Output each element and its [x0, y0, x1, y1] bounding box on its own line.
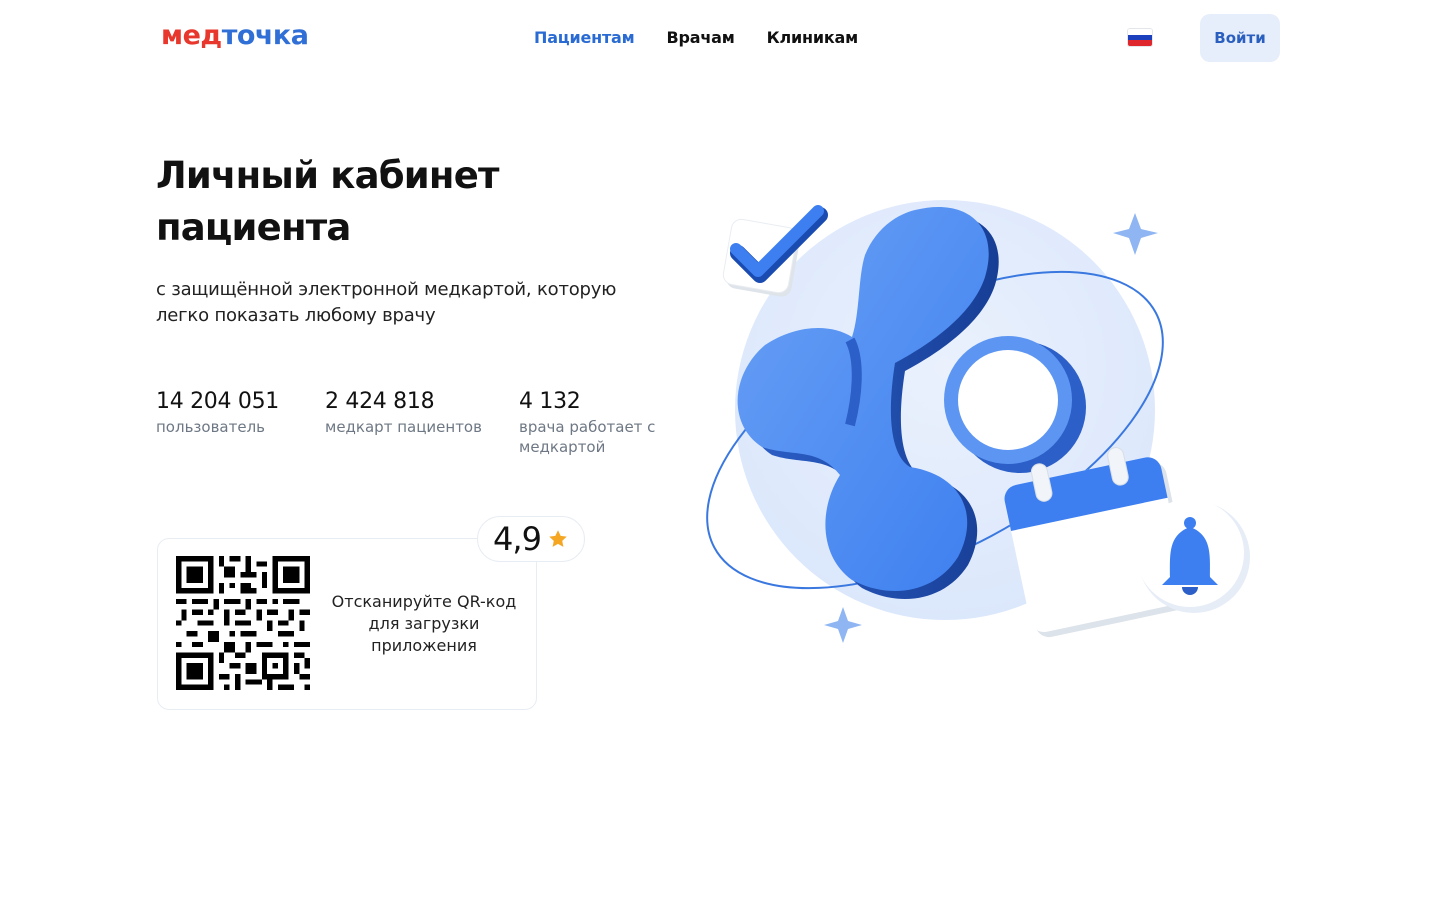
qr-code[interactable]: [176, 556, 310, 690]
stat-medcards: 2 424 818 медкарт пациентов: [325, 388, 505, 437]
stat-doctors: 4 132 врача работает с медкартой: [519, 388, 659, 457]
nav-item-patients[interactable]: Пациентам: [534, 28, 635, 48]
logo[interactable]: медточка: [161, 20, 309, 52]
page-title: Личный кабинет пациента: [156, 154, 499, 249]
sparkle-icon: [1113, 213, 1158, 255]
nav-item-clinics[interactable]: Клиникам: [767, 28, 859, 48]
star-icon: [549, 530, 567, 547]
login-button[interactable]: Войти: [1200, 14, 1280, 62]
stat-users: 14 204 051 пользователь: [156, 388, 316, 437]
stat-value: 4 132: [519, 389, 581, 414]
stat-value: 2 424 818: [325, 389, 435, 414]
stat-label: пользователь: [156, 418, 265, 436]
hero-illustration: [706, 200, 1250, 643]
sparkle-icon: [824, 607, 862, 643]
site-header: медточка Пациентам Врачам Клиникам Войти: [0, 0, 1440, 76]
page-subtitle: с защищённой электронной медкартой, кото…: [156, 279, 617, 326]
app-rating-badge: 4,9: [477, 516, 585, 562]
stat-value: 14 204 051: [156, 389, 279, 414]
stat-label: медкарт пациентов: [325, 418, 482, 436]
russian-flag-icon[interactable]: [1128, 29, 1152, 46]
stat-label: врача работает с медкартой: [519, 418, 656, 456]
qr-caption: Отсканируйте QR-код для загрузки приложе…: [331, 592, 517, 655]
rating-value: 4,9: [493, 520, 542, 558]
nav-item-doctors[interactable]: Врачам: [667, 28, 735, 48]
main-nav: Пациентам Врачам Клиникам: [534, 28, 858, 48]
